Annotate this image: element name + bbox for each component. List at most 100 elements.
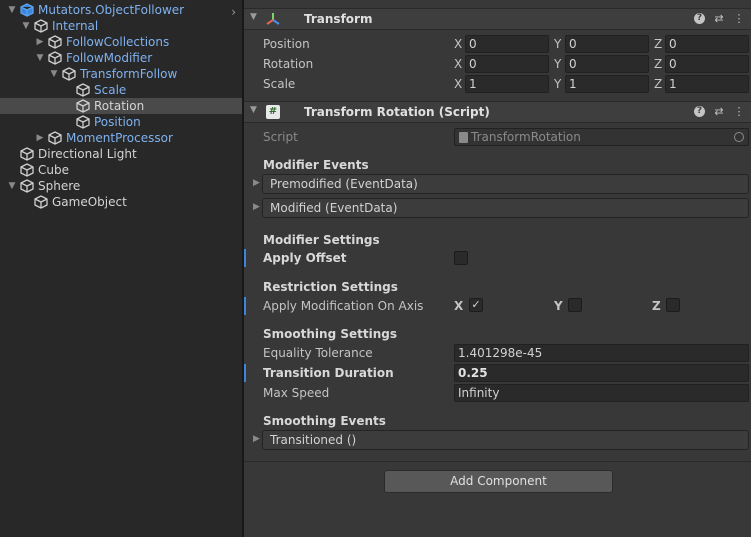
script-object-field[interactable]: TransformRotation — [454, 128, 749, 146]
modified-event[interactable]: ▶ Modified (EventData) — [244, 198, 751, 218]
axis-z-label: Z — [652, 299, 661, 313]
cube-icon — [62, 67, 76, 81]
scale-label: Scale — [263, 77, 296, 91]
fold-open-icon[interactable]: ▼ — [34, 50, 46, 66]
axis-x-checkbox[interactable]: ✓ — [469, 298, 483, 312]
axis-z-label: Z — [654, 57, 663, 71]
hierarchy-item-label: GameObject — [52, 195, 127, 209]
hierarchy-item-label: Cube — [38, 163, 69, 177]
hierarchy-item-label: Sphere — [38, 179, 81, 193]
fold-closed-icon[interactable]: ▶ — [253, 178, 260, 188]
override-marker — [244, 297, 246, 315]
hierarchy-item[interactable]: Rotation — [0, 98, 242, 114]
fold-closed-icon[interactable]: ▶ — [34, 34, 46, 50]
script-row: Script TransformRotation — [244, 128, 751, 146]
hierarchy-item[interactable]: ▼ Mutators.ObjectFollower › — [0, 2, 242, 19]
hierarchy-item[interactable]: ▼ Sphere — [0, 178, 242, 194]
apply-axis-row: Apply Modification On Axis X ✓ Y Z — [244, 297, 751, 315]
hierarchy-item[interactable]: ▶ FollowCollections — [0, 34, 242, 50]
hierarchy-item[interactable]: ▼ Internal — [0, 18, 242, 34]
help-icon[interactable]: ? — [694, 13, 705, 24]
scale-x-field[interactable]: 1 — [465, 75, 549, 93]
rotation-z-field[interactable]: 0 — [665, 55, 749, 73]
fold-open-icon[interactable]: ▼ — [6, 178, 18, 194]
axis-z-label: Z — [654, 77, 663, 91]
rotation-x-field[interactable]: 0 — [465, 55, 549, 73]
hierarchy-item[interactable]: ▶ MomentProcessor — [0, 130, 242, 146]
premodified-event[interactable]: ▶ Premodified (EventData) — [244, 174, 751, 194]
position-z-field[interactable]: 0 — [665, 35, 749, 53]
fold-open-icon[interactable]: ▼ — [48, 66, 60, 82]
transform-row-position: Position X 0 Y 0 Z 0 — [244, 35, 751, 53]
transitioned-event[interactable]: ▶ Transitioned () — [244, 430, 751, 450]
cube-icon — [20, 179, 34, 193]
kebab-menu-icon[interactable]: ⋮ — [733, 12, 745, 26]
apply-offset-checkbox[interactable] — [454, 251, 468, 265]
max-speed-field[interactable]: Infinity — [454, 384, 749, 402]
axis-x-label: X — [454, 37, 463, 51]
presets-icon[interactable]: ⇄ — [713, 12, 725, 26]
hierarchy-item[interactable]: Position — [0, 114, 242, 130]
override-marker — [244, 249, 246, 267]
scale-z-field[interactable]: 1 — [665, 75, 749, 93]
axis-x-label: X — [454, 299, 464, 313]
presets-icon[interactable]: ⇄ — [713, 105, 725, 119]
premodified-event-label[interactable]: Premodified (EventData) — [262, 174, 749, 194]
fold-open-icon[interactable]: ▼ — [250, 12, 257, 22]
hierarchy-item[interactable]: Scale — [0, 82, 242, 98]
transitioned-event-label[interactable]: Transitioned () — [262, 430, 749, 450]
fold-closed-icon[interactable]: ▶ — [34, 130, 46, 146]
script-icon: # — [266, 105, 280, 119]
kebab-menu-icon[interactable]: ⋮ — [733, 105, 745, 119]
transform-row-rotation: Rotation X 0 Y 0 Z 0 — [244, 55, 751, 73]
script-file-icon — [459, 132, 468, 143]
transition-duration-row: Transition Duration 0.25 — [244, 364, 751, 382]
fold-open-icon[interactable]: ▼ — [20, 18, 32, 34]
component-separator — [244, 461, 751, 462]
apply-axis-label: Apply Modification On Axis — [263, 299, 424, 313]
script-component-header[interactable]: ▼ # Transform Rotation (Script) ? ⇄ ⋮ — [244, 101, 751, 123]
add-component-button[interactable]: Add Component — [384, 470, 613, 493]
transition-duration-field[interactable]: 0.25 — [454, 364, 749, 382]
hierarchy-panel: ▼ Mutators.ObjectFollower › ▼ Internal ▶ Follo… — [0, 0, 242, 537]
equality-tolerance-row: Equality Tolerance 1.401298e-45 — [244, 344, 751, 362]
script-component-title: Transform Rotation (Script) — [304, 105, 490, 119]
prefab-cube-icon — [20, 3, 34, 17]
axis-y-label: Y — [554, 57, 562, 71]
equality-tolerance-field[interactable]: 1.401298e-45 — [454, 344, 749, 362]
fold-open-icon[interactable]: ▼ — [250, 105, 257, 115]
hierarchy-item-label: TransformFollow — [80, 67, 178, 81]
cube-icon — [48, 51, 62, 65]
hierarchy-item-label: Rotation — [94, 99, 145, 113]
rotation-y-field[interactable]: 0 — [565, 55, 649, 73]
apply-offset-row: Apply Offset — [244, 249, 751, 267]
axis-y-checkbox[interactable] — [568, 298, 582, 312]
help-icon[interactable]: ? — [694, 106, 705, 117]
fold-closed-icon[interactable]: ▶ — [253, 434, 260, 444]
fold-open-icon[interactable]: ▼ — [6, 2, 18, 18]
position-x-field[interactable]: 0 — [465, 35, 549, 53]
apply-offset-label: Apply Offset — [263, 251, 347, 265]
hierarchy-item[interactable]: ▼ TransformFollow — [0, 66, 242, 82]
transform-header[interactable]: ▼ Transform ? ⇄ ⋮ — [244, 8, 751, 30]
rotation-label: Rotation — [263, 57, 314, 71]
axis-x-label: X — [454, 57, 463, 71]
hierarchy-item[interactable]: Cube — [0, 162, 242, 178]
hierarchy-item[interactable]: GameObject — [0, 194, 242, 210]
axis-y-label: Y — [554, 37, 562, 51]
smoothing-events-heading: Smoothing Events — [263, 414, 386, 428]
fold-closed-icon[interactable]: ▶ — [253, 202, 260, 212]
position-y-field[interactable]: 0 — [565, 35, 649, 53]
hierarchy-item-label: MomentProcessor — [66, 131, 173, 145]
max-speed-row: Max Speed Infinity — [244, 384, 751, 402]
scale-y-field[interactable]: 1 — [565, 75, 649, 93]
hierarchy-item[interactable]: Directional Light — [0, 146, 242, 162]
axis-y-label: Y — [554, 299, 563, 313]
axis-z-checkbox[interactable] — [666, 298, 680, 312]
cube-icon — [20, 147, 34, 161]
cube-icon — [76, 115, 90, 129]
hierarchy-item[interactable]: ▼ FollowModifier — [0, 50, 242, 66]
modified-event-label[interactable]: Modified (EventData) — [262, 198, 749, 218]
object-picker-icon[interactable] — [734, 132, 744, 142]
transform-title: Transform — [304, 12, 373, 26]
